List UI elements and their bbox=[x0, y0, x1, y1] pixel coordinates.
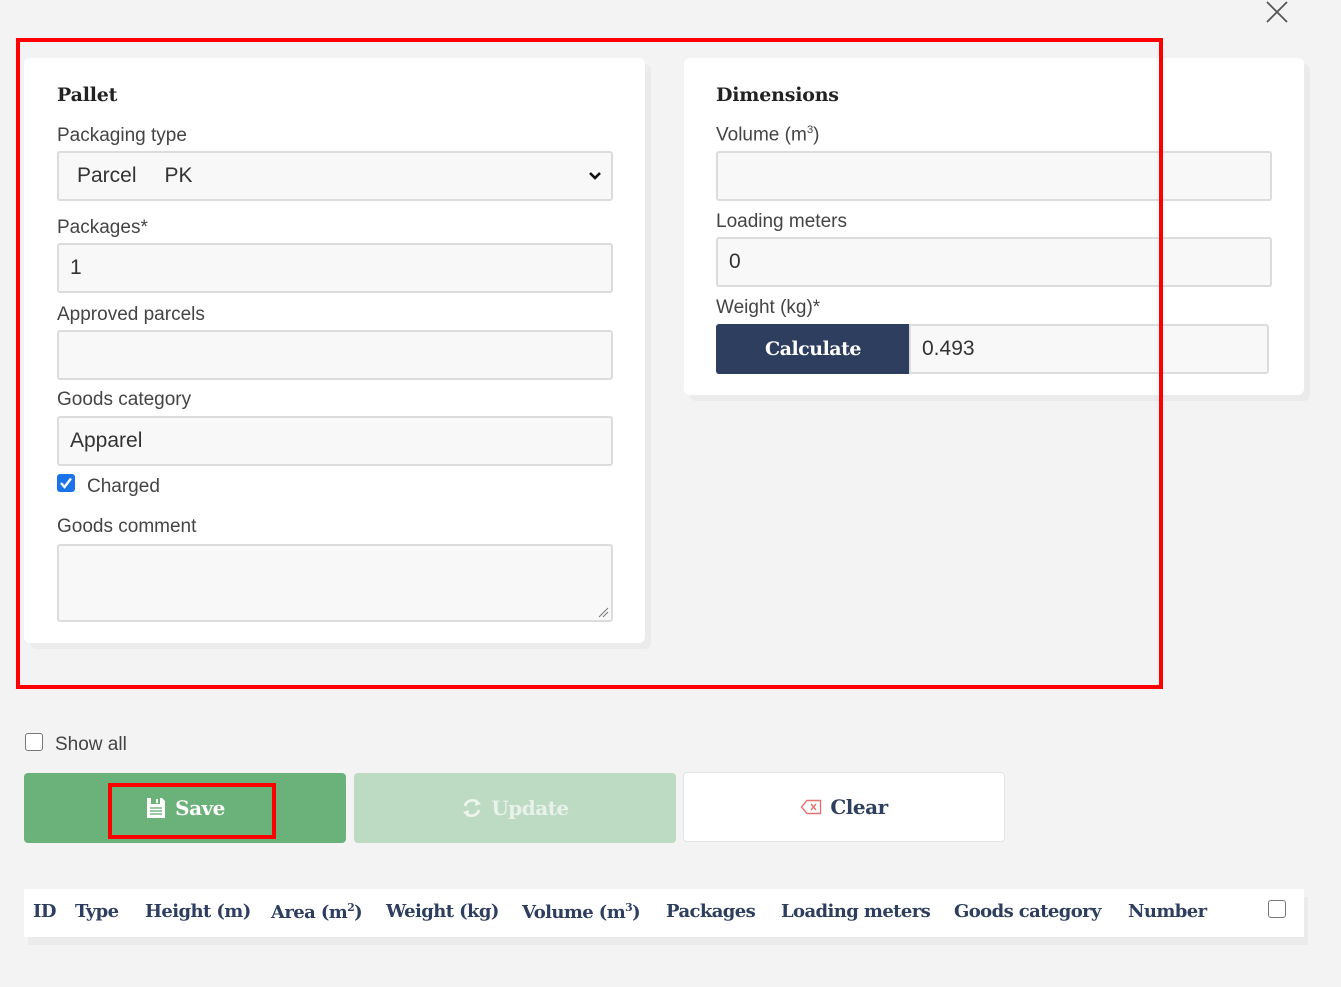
approved-parcels-input[interactable] bbox=[57, 330, 613, 380]
weight-value: 0.493 bbox=[922, 337, 975, 360]
checkmark-icon bbox=[60, 477, 72, 489]
close-icon bbox=[1266, 1, 1288, 23]
close-button[interactable] bbox=[1263, 0, 1291, 26]
volume-input[interactable] bbox=[716, 151, 1272, 201]
show-all-checkbox[interactable] bbox=[25, 733, 43, 751]
column-header-number[interactable]: Number bbox=[1128, 901, 1207, 922]
table-header-row: ID Type Height (m) Area (m2) Weight (kg)… bbox=[24, 889, 1304, 937]
goods-category-label: Goods category bbox=[57, 389, 192, 410]
charged-checkbox[interactable] bbox=[57, 474, 75, 492]
packaging-type-label: Packaging type bbox=[57, 125, 187, 146]
charged-label: Charged bbox=[87, 476, 160, 497]
column-header-id[interactable]: ID bbox=[33, 901, 56, 922]
loading-meters-input[interactable]: 0 bbox=[716, 237, 1272, 287]
packaging-type-select[interactable]: Parcel PK bbox=[57, 151, 613, 201]
save-label: Save bbox=[175, 796, 225, 820]
clear-button[interactable]: Clear bbox=[683, 772, 1005, 842]
column-header-loading-meters[interactable]: Loading meters bbox=[781, 901, 931, 922]
goods-comment-label: Goods comment bbox=[57, 516, 197, 537]
show-all-label: Show all bbox=[55, 734, 127, 755]
column-header-volume[interactable]: Volume (m3) bbox=[522, 901, 641, 923]
chevron-down-icon bbox=[589, 172, 601, 180]
column-header-area[interactable]: Area (m2) bbox=[271, 901, 363, 923]
save-button[interactable]: Save bbox=[24, 773, 346, 843]
goods-category-input[interactable]: Apparel bbox=[57, 416, 613, 466]
resize-handle-icon[interactable] bbox=[597, 606, 609, 618]
volume-label: Volume (m3) bbox=[716, 124, 820, 146]
loading-meters-label: Loading meters bbox=[716, 211, 847, 232]
column-header-type[interactable]: Type bbox=[75, 901, 119, 922]
column-header-goods-category[interactable]: Goods category bbox=[954, 901, 1102, 922]
goods-comment-textarea[interactable] bbox=[57, 544, 613, 622]
goods-category-value: Apparel bbox=[70, 429, 143, 452]
clear-label: Clear bbox=[830, 795, 888, 819]
update-label: Update bbox=[491, 796, 569, 820]
packages-value: 1 bbox=[70, 256, 82, 279]
calculate-button[interactable]: Calculate bbox=[716, 324, 910, 374]
pallet-title: Pallet bbox=[57, 84, 118, 106]
column-header-weight[interactable]: Weight (kg) bbox=[386, 901, 499, 922]
packages-label: Packages* bbox=[57, 217, 148, 238]
weight-input[interactable]: 0.493 bbox=[909, 324, 1269, 374]
save-floppy-icon bbox=[147, 798, 166, 818]
weight-label: Weight (kg)* bbox=[716, 297, 821, 318]
approved-parcels-label: Approved parcels bbox=[57, 304, 205, 325]
update-button[interactable]: Update bbox=[354, 773, 676, 843]
dimensions-title: Dimensions bbox=[716, 84, 839, 106]
packaging-type-code: PK bbox=[164, 164, 193, 187]
backspace-clear-icon bbox=[800, 799, 822, 815]
loading-meters-value: 0 bbox=[729, 250, 741, 273]
select-all-checkbox[interactable] bbox=[1268, 900, 1286, 918]
packages-input[interactable]: 1 bbox=[57, 243, 613, 293]
column-header-height[interactable]: Height (m) bbox=[145, 901, 251, 922]
column-header-packages[interactable]: Packages bbox=[666, 901, 756, 922]
refresh-icon bbox=[463, 799, 482, 817]
packaging-type-name: Parcel bbox=[77, 164, 137, 187]
